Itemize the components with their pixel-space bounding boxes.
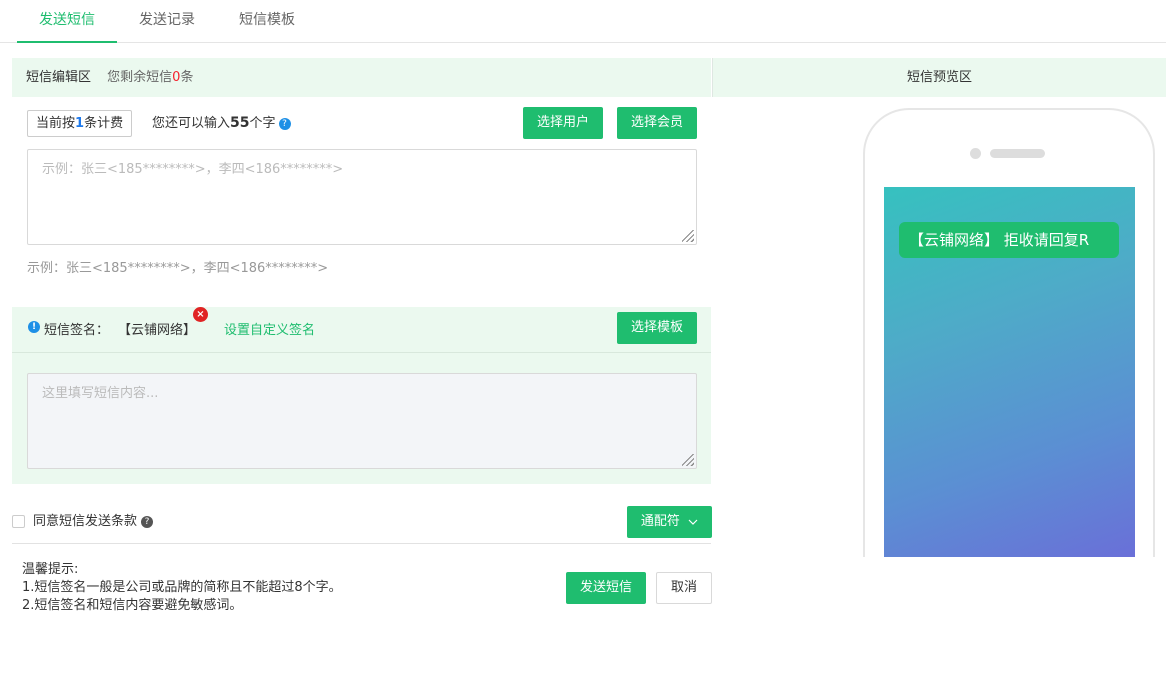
select-template-button[interactable]: 选择模板 <box>617 312 697 344</box>
close-circle-icon[interactable]: × <box>193 307 208 322</box>
recipients-textarea[interactable]: 示例：张三<185********>，李四<186********> <box>27 149 697 245</box>
divider <box>12 543 711 544</box>
send-sms-button[interactable]: 发送短信 <box>566 572 646 604</box>
preview-cutoff <box>712 557 1166 680</box>
preview-message: 【云铺网络】 拒收请回复R <box>899 222 1119 258</box>
tab-send-sms[interactable]: 发送短信 <box>17 0 117 43</box>
tips-line: 1.短信签名一般是公司或品牌的简称且不能超过8个字。 <box>22 580 342 595</box>
custom-signature-link[interactable]: 设置自定义签名 <box>224 319 315 338</box>
edit-area-title: 短信编辑区 <box>26 70 92 85</box>
recipients-example: 示例：张三<185********>，李四<186********> <box>27 261 329 276</box>
select-member-button[interactable]: 选择会员 <box>617 107 697 139</box>
select-user-button[interactable]: 选择用户 <box>523 107 603 139</box>
resize-handle-icon[interactable] <box>682 230 694 242</box>
input-remaining-count: 55 <box>230 115 250 131</box>
phone-screen: 【云铺网络】 拒收请回复R <box>884 187 1135 559</box>
content-placeholder: 这里填写短信内容... <box>42 386 159 401</box>
info-circle-icon: ! <box>28 321 40 333</box>
agree-label: 同意短信发送条款 <box>33 514 138 529</box>
edit-area-header: 短信编辑区 您剩余短信0条 <box>12 58 711 97</box>
agree-checkbox[interactable] <box>12 515 25 528</box>
input-remaining: 您还可以输入55个字? <box>152 110 291 137</box>
cancel-button[interactable]: 取消 <box>656 572 712 604</box>
tips-line: 2.短信签名和短信内容要避免敏感词。 <box>22 598 243 613</box>
tab-sms-templates[interactable]: 短信模板 <box>217 0 317 43</box>
agree-terms: 同意短信发送条款? <box>12 514 154 530</box>
question-circle-icon[interactable]: ? <box>278 117 291 130</box>
phone-preview: 【云铺网络】 拒收请回复R <box>863 108 1155 568</box>
tab-send-records[interactable]: 发送记录 <box>117 0 217 43</box>
recipients-placeholder: 示例：张三<185********>，李四<186********> <box>42 162 344 177</box>
speaker-icon <box>990 149 1045 158</box>
tips: 温馨提示: 1.短信签名一般是公司或品牌的简称且不能超过8个字。 2.短信签名和… <box>22 561 342 615</box>
signature-label: 短信签名： <box>44 323 110 338</box>
signature-value: 【云铺网络】 <box>118 323 197 338</box>
preview-area-header: 短信预览区 <box>712 58 1166 97</box>
billing-tag: 当前按1条计费 <box>27 110 133 137</box>
resize-handle-icon[interactable] <box>682 454 694 466</box>
question-circle-icon[interactable]: ? <box>141 515 154 528</box>
wildcard-dropdown-button[interactable]: 通配符 <box>627 506 712 538</box>
signature-row: ! 短信签名： 【云铺网络】 × 设置自定义签名 <box>12 307 711 353</box>
content-textarea[interactable]: 这里填写短信内容... <box>27 373 697 469</box>
tips-title: 温馨提示: <box>22 562 79 577</box>
tab-bar: 发送短信 发送记录 短信模板 <box>0 0 1166 43</box>
billing-count: 1 <box>75 116 85 131</box>
remaining-sms: 您剩余短信0条 <box>107 70 194 85</box>
camera-icon <box>970 148 981 159</box>
chevron-down-icon <box>688 519 698 525</box>
